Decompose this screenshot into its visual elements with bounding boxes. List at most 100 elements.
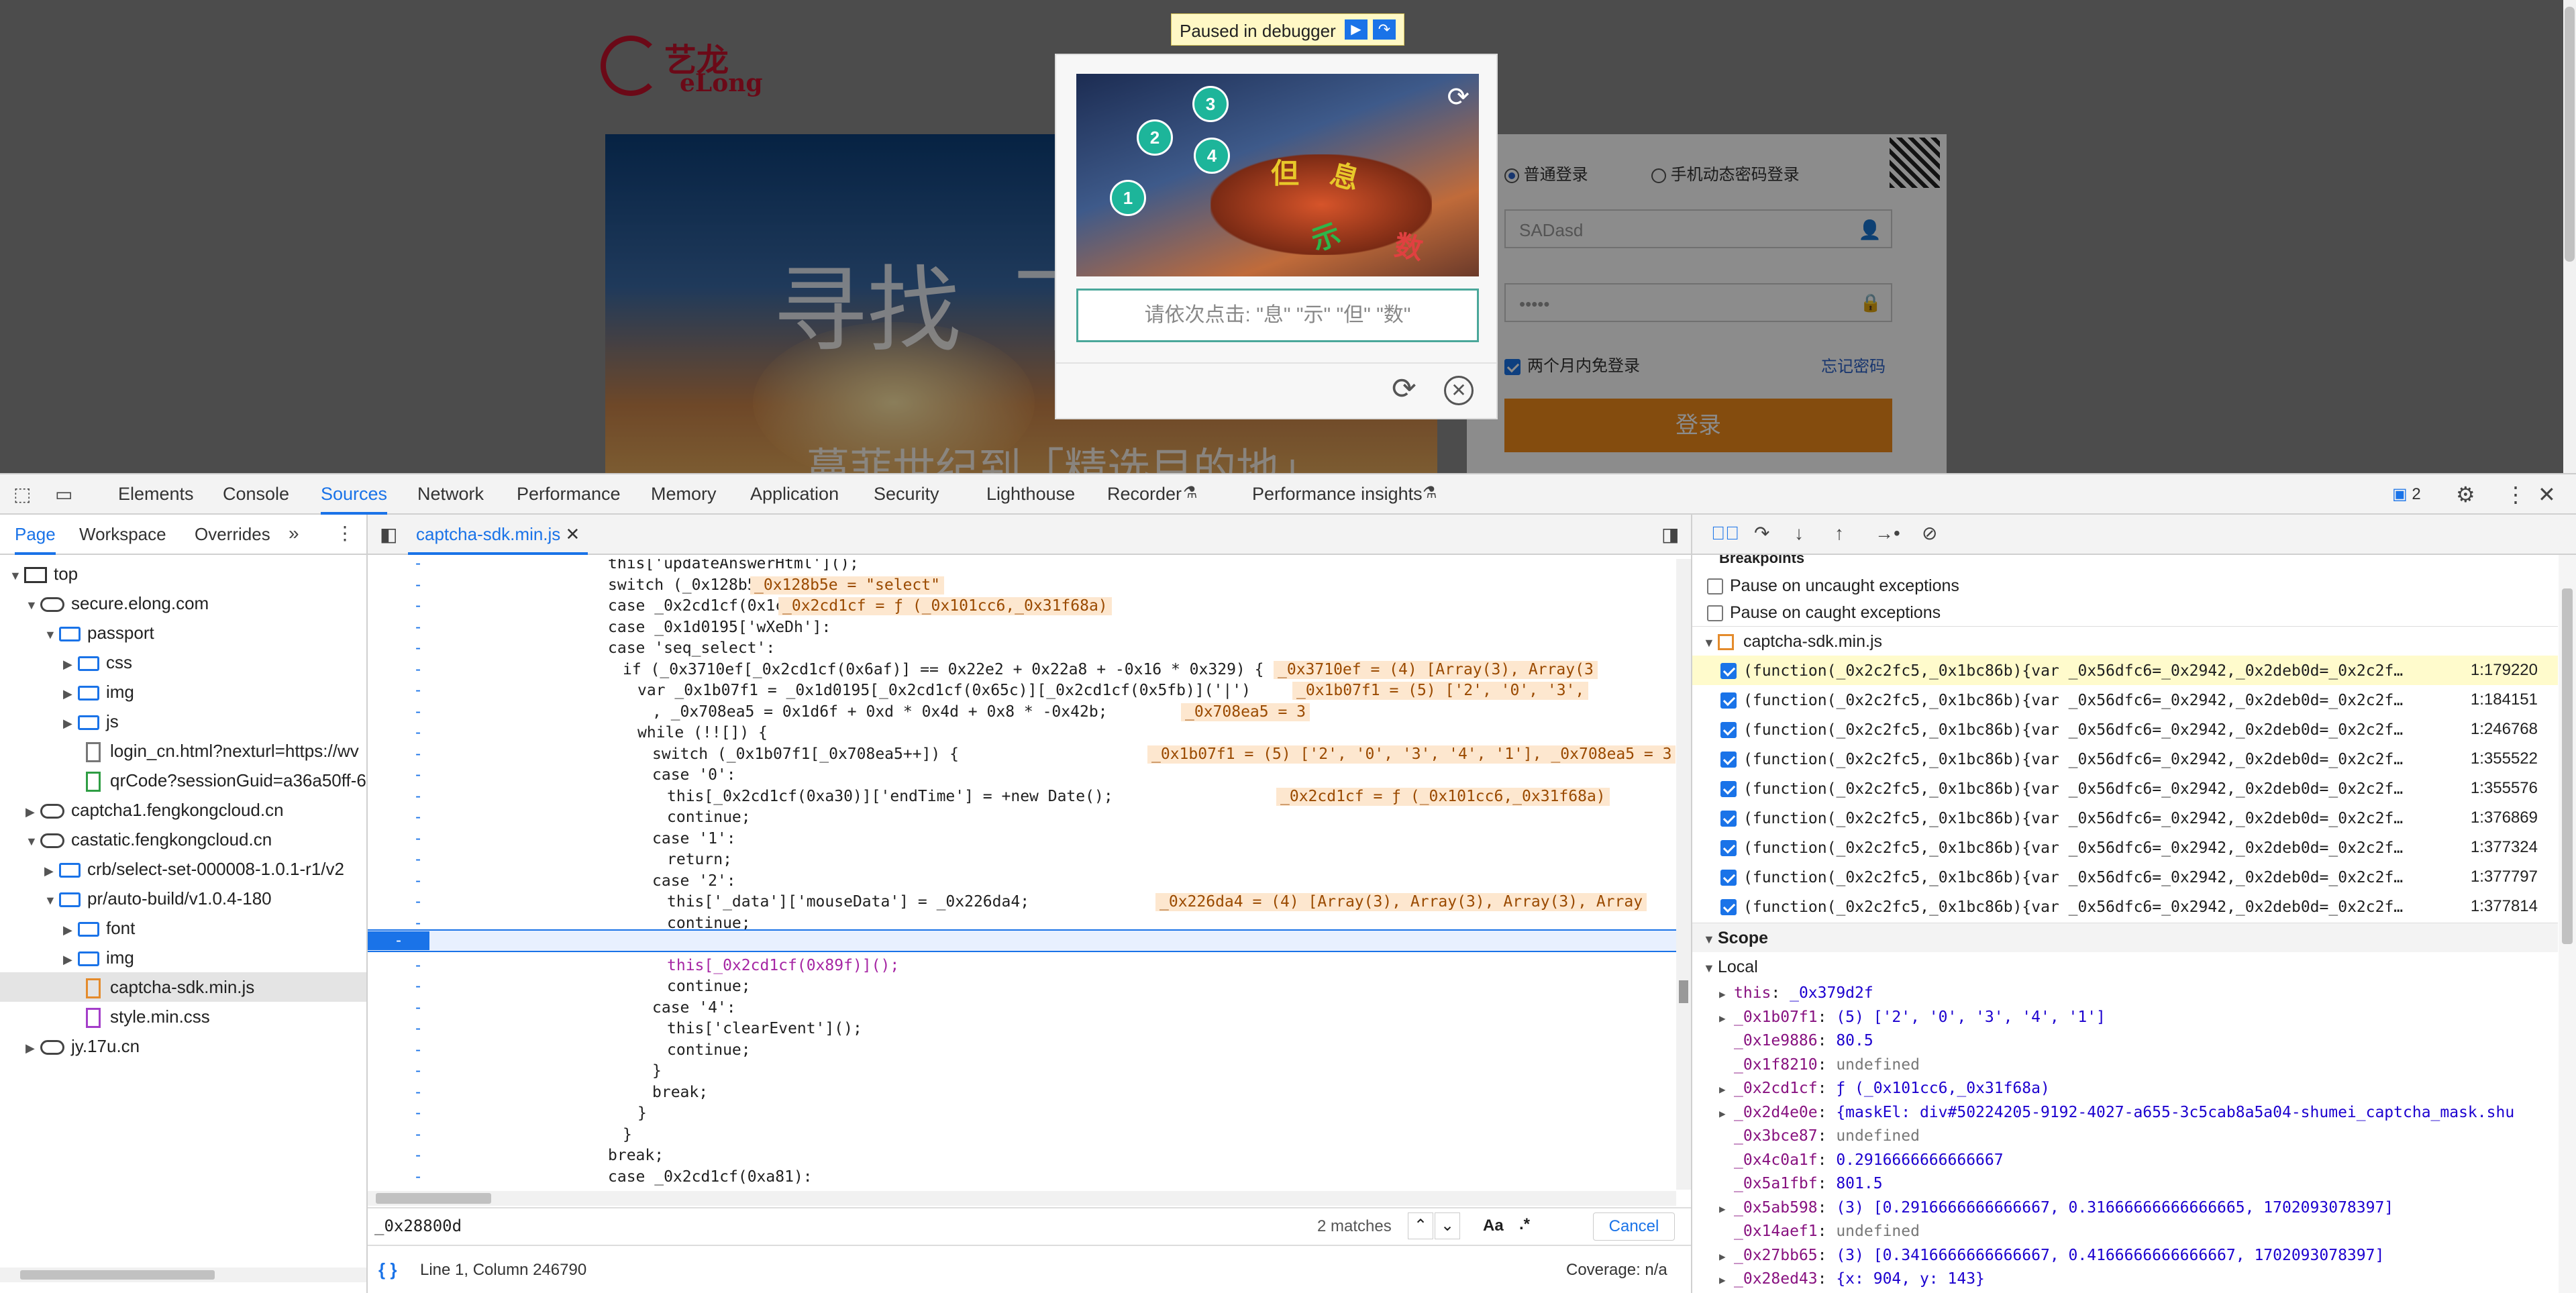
tree-item-castatic[interactable]: ▼ castatic.fengkongcloud.cn	[25, 825, 272, 854]
breakpoint-item[interactable]: (function(_0x2c2fc5,_0x1bc86b){var _0x56…	[1692, 803, 2558, 833]
editor-hscrollbar[interactable]	[368, 1191, 1676, 1206]
code-line[interactable]: - this['clearEvent']();	[368, 1019, 1676, 1040]
captcha-close-icon[interactable]: ✕	[1444, 376, 1474, 405]
more-options-icon[interactable]: ⋮	[2505, 484, 2526, 505]
checkbox-icon[interactable]	[1720, 899, 1737, 916]
code-line[interactable]: - this[_0x2cd1cf(0x89f)]();	[368, 955, 1676, 977]
breakpoints-heading[interactable]: Breakpoints	[1692, 555, 2558, 568]
code-line[interactable]: - this['_data']['mouseData'] = _0x226da4;…	[368, 892, 1676, 913]
checkbox-icon[interactable]	[1720, 663, 1737, 680]
tab-sources[interactable]: Sources	[321, 474, 388, 515]
scope-variable[interactable]: ▶ _0x5ab598: (3) [0.2916666666666667, 0.3…	[1692, 1196, 2558, 1220]
regex-toggle[interactable]: .*	[1519, 1215, 1530, 1234]
code-line[interactable]: -}	[368, 1103, 1676, 1125]
code-line[interactable]: - case '2':	[368, 871, 1676, 892]
line-gutter-marker[interactable]: -	[408, 680, 428, 702]
code-line[interactable]: - case _0x1d0195['wXeDh']:	[368, 617, 1676, 639]
line-gutter-marker[interactable]: -	[408, 1061, 428, 1082]
nav-tab-overrides[interactable]: Overrides	[195, 515, 270, 555]
line-gutter-marker[interactable]: -	[408, 1125, 428, 1146]
toggle-debugger-icon[interactable]: ◨	[1661, 525, 1679, 544]
tree-item-img-2[interactable]: ▶ img	[63, 943, 134, 972]
nav-tab-page[interactable]: Page	[15, 515, 56, 555]
code-line[interactable]: - return;	[368, 849, 1676, 871]
code-line[interactable]: - case _0x2cd1cf(0xa81):	[368, 1167, 1676, 1188]
code-line[interactable]: - if (_0x3710ef[_0x2cd1cf(0x6af)] == 0x22…	[368, 660, 1676, 681]
line-gutter-marker[interactable]: -	[408, 559, 428, 575]
code-line[interactable]: - case _0x2cd1cf(0x1ca): _0x2cd1cf = ƒ (_0…	[368, 596, 1676, 617]
line-gutter-marker[interactable]: -	[408, 786, 428, 808]
match-case-toggle[interactable]: Aa	[1483, 1217, 1504, 1235]
step-out-icon[interactable]: ↑	[1835, 524, 1844, 543]
captcha-image[interactable]: 1 2 3 4 息 示 但 数 ⟳	[1076, 74, 1479, 276]
breakpoint-item[interactable]: (function(_0x2c2fc5,_0x1bc86b){var _0x56…	[1692, 862, 2558, 892]
captcha-refresh-icon[interactable]: ⟳	[1447, 82, 1470, 113]
breakpoint-item[interactable]: (function(_0x2c2fc5,_0x1bc86b){var _0x56…	[1692, 685, 2558, 715]
breakpoint-file-group[interactable]: ▼ captcha-sdk.min.js	[1692, 626, 2558, 656]
local-scope-heading[interactable]: ▼ Local	[1692, 952, 2558, 982]
scope-variable[interactable]: ▶ _0x28ed43: {x: 904, y: 143}	[1692, 1268, 2558, 1291]
code-line[interactable]: - continue;	[368, 807, 1676, 829]
breakpoint-item[interactable]: (function(_0x2c2fc5,_0x1bc86b){var _0x56…	[1692, 774, 2558, 803]
code-line[interactable]: - this['updateAnswerHtml']();	[368, 559, 1676, 575]
code-line[interactable]: - , _0x708ea5 = 0x1d6f + 0xd * 0x4d + 0x8…	[368, 702, 1676, 723]
scope-variable[interactable]: _0x1e9886: 80.5	[1692, 1029, 2558, 1053]
checkbox-icon[interactable]	[1720, 722, 1737, 739]
breakpoint-item[interactable]: (function(_0x2c2fc5,_0x1bc86b){var _0x56…	[1692, 744, 2558, 774]
editor-vscrollbar[interactable]	[1676, 559, 1691, 1190]
previous-match-icon[interactable]: ⌃	[1408, 1212, 1433, 1239]
line-gutter-marker[interactable]: -	[408, 596, 428, 617]
code-line[interactable]: - break;	[368, 1145, 1676, 1167]
tree-item-passport[interactable]: ▼ passport	[44, 618, 154, 648]
scope-variable[interactable]: _0x3bce87: undefined	[1692, 1125, 2558, 1148]
captcha-reload-icon[interactable]: ⟳	[1392, 372, 1416, 406]
close-tab-icon[interactable]: ✕	[566, 524, 580, 544]
toggle-navigator-icon[interactable]: ◧	[380, 525, 397, 544]
close-devtools-icon[interactable]: ✕	[2538, 484, 2556, 505]
tree-item-crb[interactable]: ▶ crb/select-set-000008-1.0.1-r1/v2	[44, 854, 368, 884]
scope-variable[interactable]: ▶ this: _0x379d2f	[1692, 982, 2558, 1005]
code-line[interactable]: - switch (_0x1b07f1[_0x708ea5++]) {_0x1b0…	[368, 744, 1676, 766]
tree-item-qrcode[interactable]: qrCode?sessionGuid=a36a50ff-6	[86, 766, 368, 795]
tree-item-secure-elong[interactable]: ▼ secure.elong.com	[25, 588, 209, 618]
resume-icon[interactable]: ▶	[1345, 19, 1368, 40]
code-line[interactable]: - var _0x1b07f1 = _0x1d0195[_0x2cd1cf(0x6…	[368, 680, 1676, 702]
step-into-icon[interactable]: ↓	[1794, 524, 1804, 543]
tab-performance-insights[interactable]: Performance insights	[1252, 474, 1423, 515]
tree-item-style-css[interactable]: style.min.css	[86, 1002, 210, 1031]
tree-item-css[interactable]: ▶ css	[63, 648, 132, 677]
editor-vscroll-thumb[interactable]	[1679, 980, 1688, 1003]
code-line[interactable]: - case 'seq_select':	[368, 638, 1676, 660]
line-gutter-marker[interactable]: -	[408, 1103, 428, 1125]
line-gutter-marker[interactable]: -	[408, 744, 428, 766]
next-match-icon[interactable]: ⌄	[1435, 1212, 1460, 1239]
step-over-icon[interactable]: ↷	[1373, 19, 1396, 40]
editor-tab-captcha-sdk[interactable]: captcha-sdk.min.js ✕	[408, 515, 588, 555]
line-gutter-marker[interactable]: -	[408, 1082, 428, 1104]
breakpoint-item[interactable]: (function(_0x2c2fc5,_0x1bc86b){var _0x56…	[1692, 892, 2558, 921]
resume-execution-icon[interactable]: ▶⃒	[1711, 524, 1739, 543]
tree-item-font[interactable]: ▶ font	[63, 913, 135, 943]
line-gutter-marker[interactable]: -	[408, 575, 428, 597]
inspect-element-icon[interactable]: ⬚	[13, 485, 31, 504]
line-gutter-marker[interactable]: -	[408, 871, 428, 892]
settings-gear-icon[interactable]: ⚙	[2456, 484, 2475, 505]
line-gutter-marker[interactable]: -	[408, 998, 428, 1019]
breakpoint-item[interactable]: (function(_0x2c2fc5,_0x1bc86b){var _0x56…	[1692, 656, 2558, 685]
navigator-hscrollbar[interactable]	[0, 1268, 366, 1282]
pause-uncaught-option[interactable]: Pause on uncaught exceptions	[1692, 571, 2558, 601]
checkbox-icon[interactable]	[1720, 781, 1737, 798]
device-toolbar-icon[interactable]: ▭	[55, 485, 72, 504]
scope-variable[interactable]: _0x4c0a1f: 0.2916666666666667	[1692, 1149, 2558, 1172]
scope-variable[interactable]: ▶ _0x2d4e0e: {maskEl: div#50224205-9192-4…	[1692, 1101, 2558, 1125]
breakpoint-item[interactable]: (function(_0x2c2fc5,_0x1bc86b){var _0x56…	[1692, 715, 2558, 744]
line-gutter-marker[interactable]: -	[408, 892, 428, 913]
code-line[interactable]: - case '1':	[368, 829, 1676, 850]
line-gutter-marker[interactable]: -	[408, 723, 428, 744]
line-gutter-marker[interactable]: -	[408, 702, 428, 723]
breakpoint-marker[interactable]: -	[368, 931, 429, 950]
code-view[interactable]: - case _0x2cd1cf(0xa81): - break; -} -} - break…	[368, 559, 1676, 1190]
page-scrollbar[interactable]	[2563, 0, 2576, 473]
issues-icon[interactable]: ▣ 2	[2392, 486, 2421, 503]
code-line[interactable]: -}	[368, 1125, 1676, 1146]
